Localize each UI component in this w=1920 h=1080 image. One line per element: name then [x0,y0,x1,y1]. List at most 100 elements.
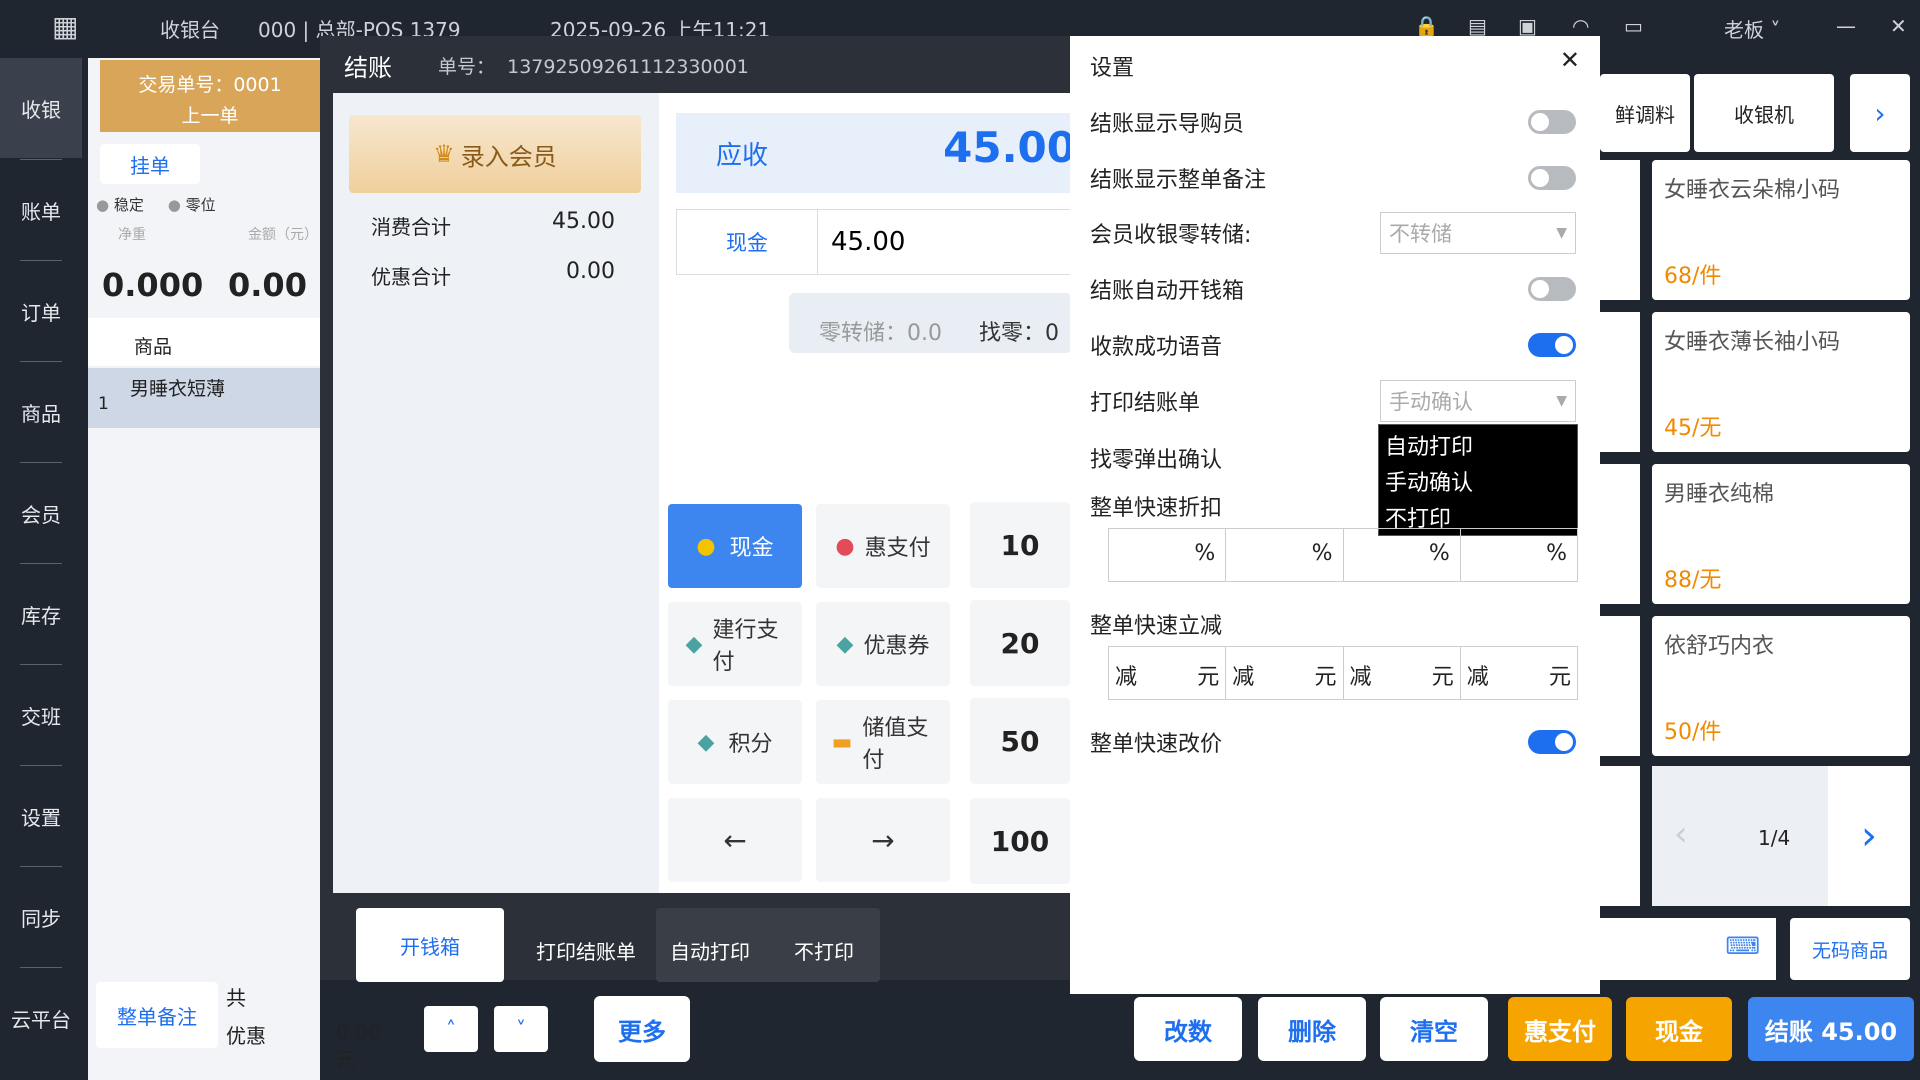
pay-coupon-button[interactable]: ◆ 优惠券 [816,602,950,686]
toggle-auto-drawer[interactable] [1528,277,1576,301]
reduce-prefix: 减 [1466,665,1489,690]
nav-item-members[interactable]: 会员 [0,463,82,563]
total-label: 共 [226,986,246,1010]
arrow-left-button[interactable]: ← [668,798,802,882]
member-btn-label: 录入会员 [460,142,557,171]
print-select[interactable]: 手动确认 ▼ [1380,380,1576,422]
product-card-partial[interactable] [1600,616,1640,756]
category-tab-pos[interactable]: 收银机 [1694,74,1834,152]
discount-input-3[interactable]: % [1344,529,1461,581]
yuan-coin-icon: ● [696,533,716,559]
arrow-right-button[interactable]: → [816,798,950,882]
open-drawer-button[interactable]: 开钱箱 [356,908,504,982]
option-auto-print[interactable]: 自动打印 [1379,425,1577,465]
pay-huipay-button[interactable]: ● 惠支付 [816,504,950,588]
chevron-left-icon[interactable]: ‹ [1674,814,1688,854]
chevron-right-icon[interactable]: › [1828,766,1910,906]
toggle-note[interactable] [1528,166,1576,190]
member-change-select[interactable]: 不转储 ▼ [1380,212,1576,254]
product-card[interactable]: 依舒巧内衣 50/件 [1652,616,1910,756]
chevron-right-icon[interactable]: › [1850,74,1910,152]
nav-item-shift[interactable]: 交班 [0,665,82,765]
nav-item-sync[interactable]: 同步 [0,867,82,967]
cash-button[interactable]: 现金 [1626,997,1732,1061]
message-icon[interactable]: ▣ [1518,14,1537,38]
discount-val: 0.00 元 [336,1020,381,1073]
grid-menu-icon[interactable]: ▦ [52,10,78,43]
product-card-partial[interactable] [1600,464,1640,604]
checkout-button[interactable]: 结账 45.00 [1748,997,1914,1061]
enter-member-button[interactable]: ♛ 录入会员 [349,115,641,193]
key-20[interactable]: 20 [970,600,1070,686]
search-bar[interactable]: ⌨ [1600,918,1776,980]
delete-button[interactable]: 删除 [1258,997,1366,1061]
nav-item-cloud[interactable]: 云平台 [0,968,82,1068]
pay-stored-value-button[interactable]: ▬ 储值支付 [816,700,950,784]
edit-quantity-button[interactable]: 改数 [1134,997,1242,1061]
lock-icon[interactable]: 🔒 [1414,14,1439,38]
pay-cash-button[interactable]: ● 现金 [668,504,802,588]
product-card-partial[interactable] [1600,160,1640,300]
minimize-icon[interactable]: — [1836,14,1856,38]
discount-input-1[interactable]: % [1109,529,1227,581]
discount-amount: 0.00 [336,1020,381,1044]
wallet-icon: ◆ [685,631,703,657]
scroll-up-button[interactable]: ˄ [424,1006,478,1052]
nav-item-bills[interactable]: 账单 [0,160,82,260]
product-name: 男睡衣纯棉 [1664,482,1775,507]
pay-amount-input[interactable] [829,220,1073,264]
change-store: 零转储：0.0 [819,321,942,346]
pay-points-button[interactable]: ◆ 积分 [668,700,802,784]
category-tab-seasoning[interactable]: 鲜调料 [1600,74,1690,152]
setting-voice: 收款成功语音 [1090,325,1576,365]
huipay-button[interactable]: 惠支付 [1508,997,1612,1061]
product-card-partial[interactable] [1600,766,1640,906]
option-manual[interactable]: 手动确认 [1379,465,1577,497]
receivable-val: 45.00 [943,123,1076,172]
toggle-guide[interactable] [1528,110,1576,134]
reduce-input-3[interactable]: 减元 [1344,647,1461,699]
toggle-voice[interactable] [1528,333,1576,357]
table-row[interactable]: 1 男睡衣短薄 [88,368,320,428]
pay-ccb-button[interactable]: ◆ 建行支付 [668,602,802,686]
more-button[interactable]: 更多 [594,996,690,1062]
method-label[interactable]: 现金 [677,210,818,274]
scroll-down-button[interactable]: ˅ [494,1006,548,1052]
nav-item-inventory[interactable]: 库存 [0,564,82,664]
close-window-icon[interactable]: ✕ [1890,14,1907,38]
pay-label: 惠支付 [864,536,931,561]
user-menu[interactable]: 老板 ˅ [1724,14,1780,43]
reduce-input-2[interactable]: 减元 [1226,647,1344,699]
keyboard-icon[interactable]: ⌨ [1725,932,1760,960]
clear-button[interactable]: 清空 [1380,997,1488,1061]
prev-order[interactable]: 上一单 [100,101,320,128]
nav-item-settings[interactable]: 设置 [0,766,82,866]
product-card[interactable]: 男睡衣纯棉 88/无 [1652,464,1910,604]
product-card-partial[interactable] [1600,312,1640,452]
print-none-option[interactable]: 不打印 [794,936,854,965]
nav-item-products[interactable]: 商品 [0,362,82,462]
discount-input-4[interactable]: % [1461,529,1577,581]
setting-label: 结账显示导购员 [1090,112,1245,137]
printer-icon[interactable]: ▤ [1468,14,1487,38]
toggle-reprice[interactable] [1528,730,1576,754]
trade-card[interactable]: 交易单号：0001 上一单 [100,60,320,132]
hold-button[interactable]: 挂单 [100,144,200,184]
reduce-input-1[interactable]: 减元 [1109,647,1227,699]
nav-item-orders[interactable]: 订单 [0,261,82,361]
close-icon[interactable]: ✕ [1560,46,1580,74]
pay-label: 现金 [729,536,774,561]
key-10[interactable]: 10 [970,502,1070,588]
discount-input-2[interactable]: % [1226,529,1344,581]
reduce-input-4[interactable]: 减元 [1461,647,1577,699]
product-card[interactable]: 女睡衣云朵棉小码 68/件 [1652,160,1910,300]
reduce-prefix: 减 [1349,665,1372,690]
print-auto-option[interactable]: 自动打印 [670,936,750,965]
nav-item-cashier[interactable]: 收银 [0,58,82,158]
key-50[interactable]: 50 [970,698,1070,784]
no-barcode-button[interactable]: 无码商品 [1790,918,1910,980]
monitor-icon[interactable]: ▭ [1624,14,1643,38]
product-card[interactable]: 女睡衣薄长袖小码 45/无 [1652,312,1910,452]
key-100[interactable]: 100 [970,798,1070,884]
order-note-button[interactable]: 整单备注 [96,982,218,1048]
